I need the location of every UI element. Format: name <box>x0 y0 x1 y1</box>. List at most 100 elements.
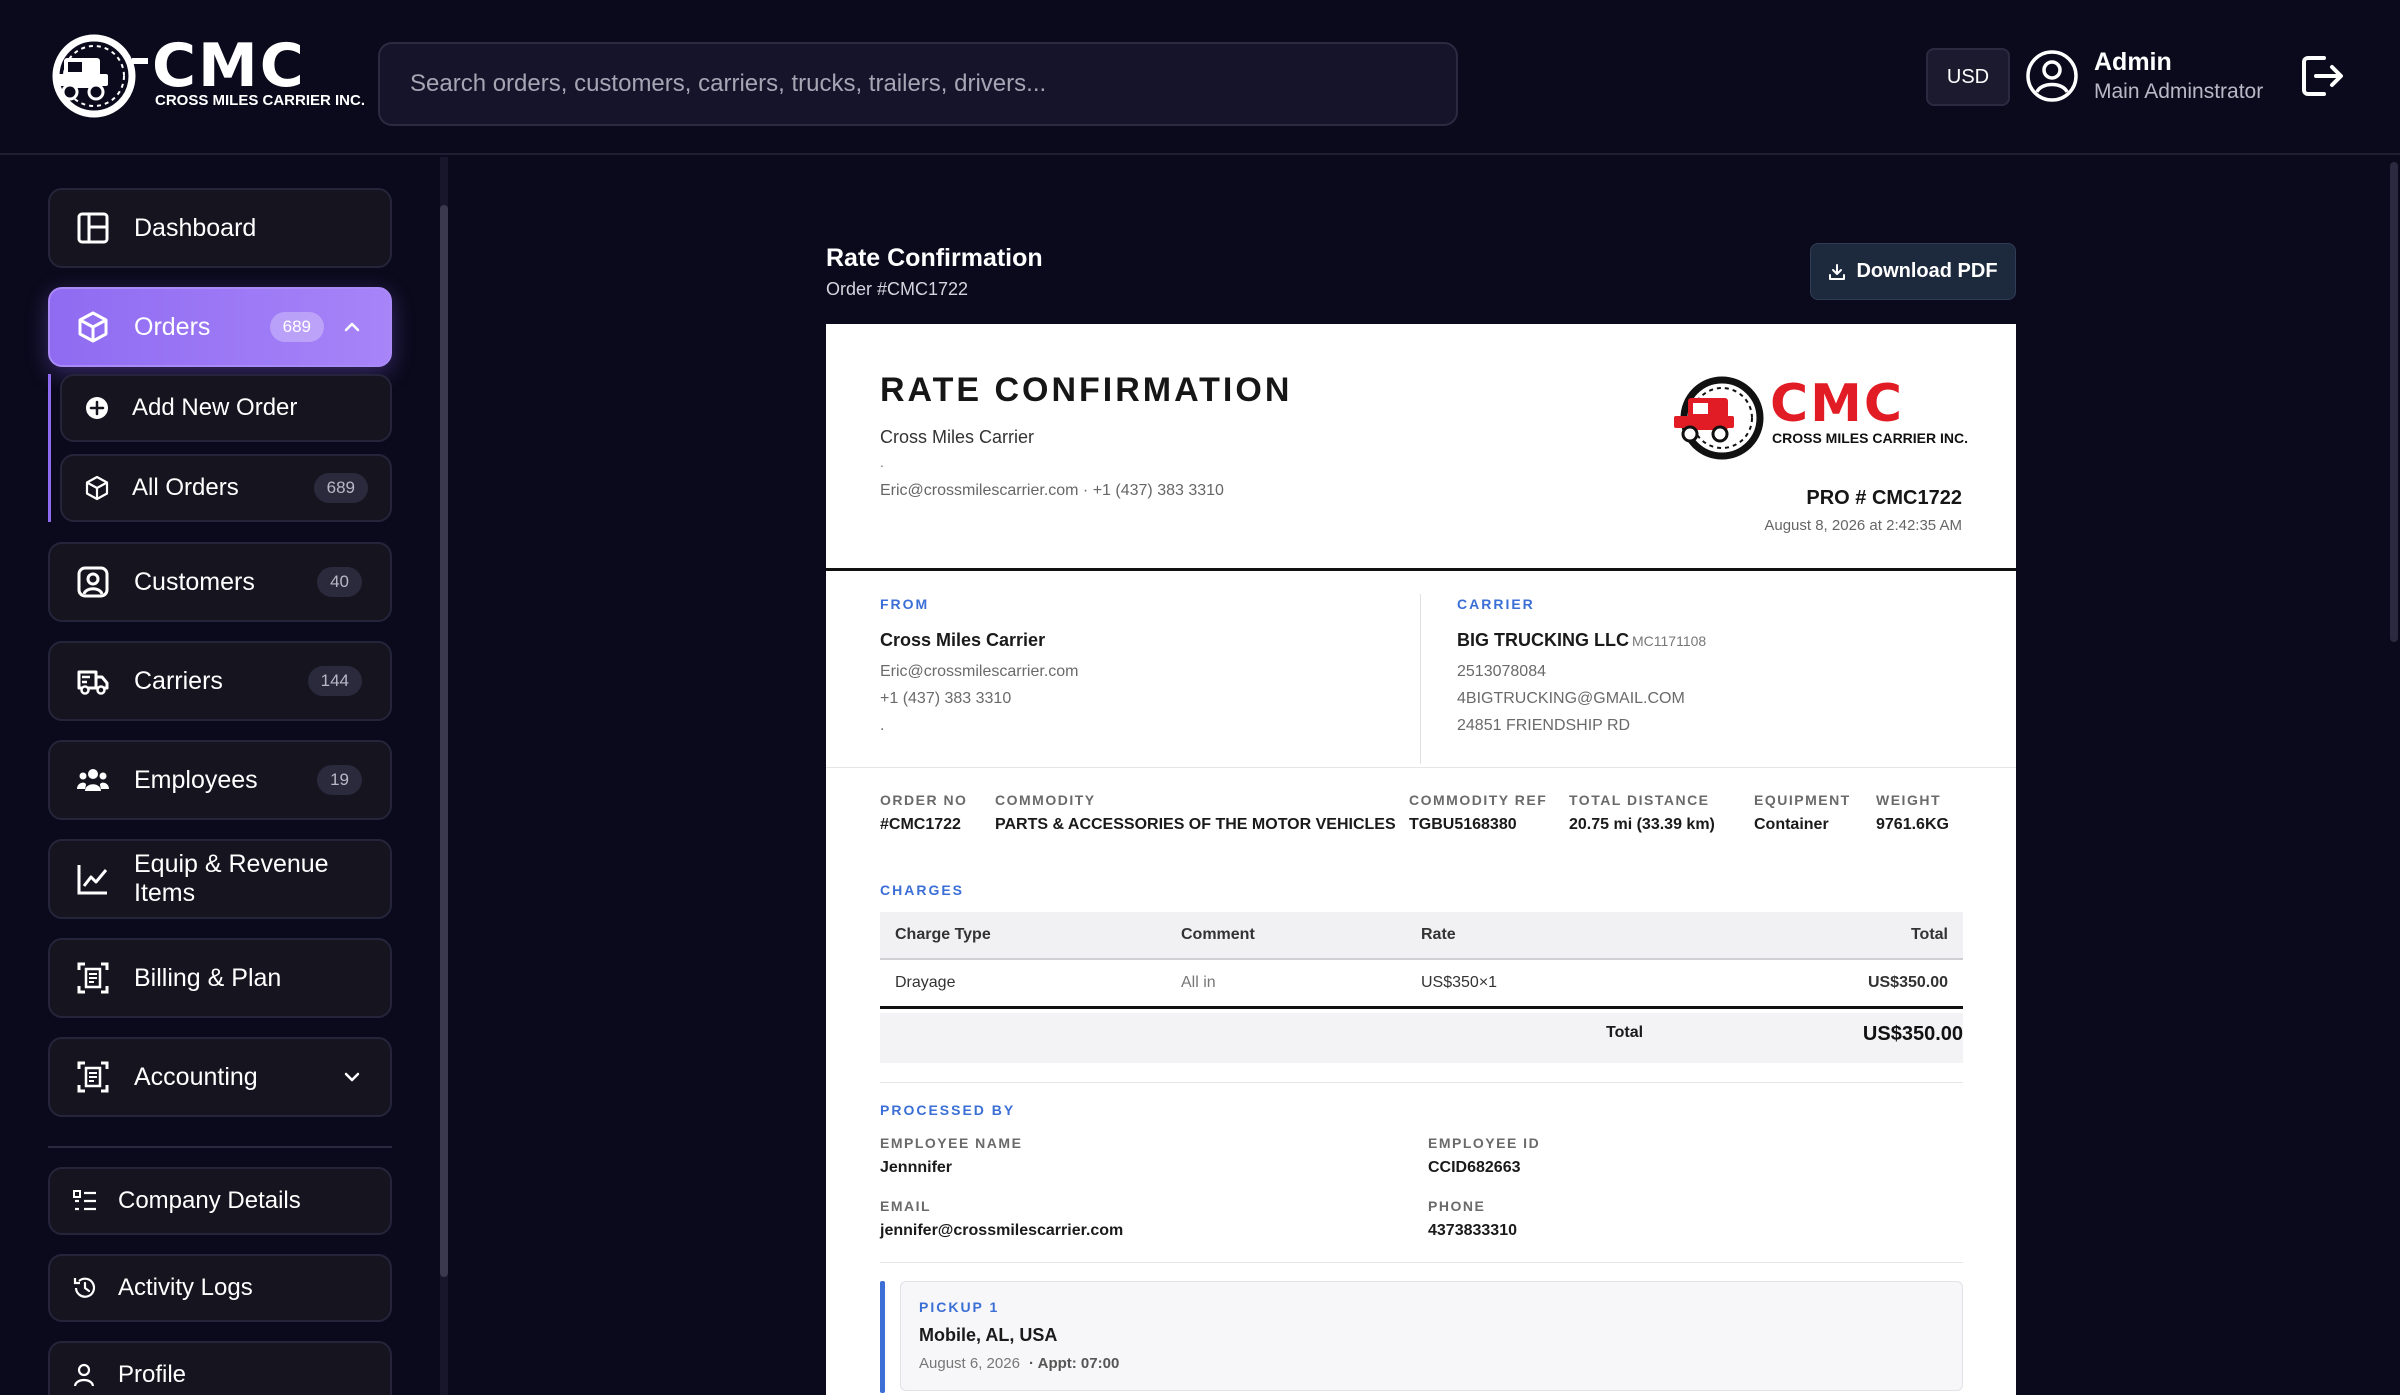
user-name: Admin <box>2094 48 2172 76</box>
customers-count-badge: 40 <box>317 567 362 597</box>
from-extra: . <box>880 717 885 734</box>
column-header: Rate <box>1406 912 1706 960</box>
sidebar-divider <box>48 1146 392 1148</box>
chevron-down-icon[interactable] <box>342 1067 362 1087</box>
sidebar-item-orders[interactable]: Orders 689 <box>48 287 392 367</box>
employee-phone-label: PHONE <box>1428 1198 1486 1214</box>
order-reference: Order #CMC1722 <box>826 279 969 299</box>
user-icon <box>73 1363 95 1387</box>
employee-email-label: EMAIL <box>880 1198 932 1214</box>
global-search-box[interactable] <box>378 42 1458 126</box>
document-company-extra: . <box>880 454 884 470</box>
dashboard-icon <box>77 212 109 244</box>
header-divider <box>826 568 2016 571</box>
carriers-count-badge: 144 <box>307 666 362 696</box>
download-pdf-button[interactable]: Download PDF <box>1810 243 2016 300</box>
sidebar-item-accounting[interactable]: Accounting <box>48 1037 392 1117</box>
employee-name: Jennnifer <box>880 1159 953 1176</box>
search-input[interactable] <box>380 44 1456 124</box>
box-icon <box>85 475 109 501</box>
table-header-row: Charge Type Comment Rate Total <box>880 912 1963 960</box>
processed-by-label: PROCESSED BY <box>880 1102 1016 1118</box>
vertical-divider <box>1420 594 1421 764</box>
carrier-label: CARRIER <box>1457 596 1535 612</box>
truck-logo-icon <box>52 34 148 118</box>
download-pdf-label: Download PDF <box>1856 260 1998 282</box>
sidebar-item-profile[interactable]: Profile <box>48 1341 392 1395</box>
sidebar-item-all-orders[interactable]: All Orders 689 <box>60 454 392 522</box>
rate-confirmation-document: RATE CONFIRMATION Cross Miles Carrier . … <box>826 324 2016 1395</box>
total-cell: US$350.00 <box>1706 959 1963 1009</box>
sidebar-item-label: Accounting <box>134 1062 258 1091</box>
sidebar-item-company-details[interactable]: Company Details <box>48 1167 392 1235</box>
sidebar-item-customers[interactable]: Customers 40 <box>48 542 392 622</box>
plus-circle-icon <box>86 397 108 419</box>
orders-count-badge: 689 <box>269 312 324 342</box>
total-row <box>880 1013 1963 1063</box>
sidebar-item-label: Customers <box>134 567 255 596</box>
accounting-icon <box>77 1061 109 1093</box>
meta-label-commodity-ref: COMMODITY REF <box>1409 792 1548 808</box>
truck-logo-icon <box>1674 376 1764 460</box>
meta-label-weight: WEIGHT <box>1876 792 1941 808</box>
truck-icon <box>77 670 109 695</box>
column-header: Comment <box>1166 912 1406 960</box>
meta-value-order-no: #CMC1722 <box>880 816 961 833</box>
meta-value-equipment: Container <box>1754 816 1829 833</box>
submenu-indicator-line <box>48 374 51 522</box>
employee-name-label: EMPLOYEE NAME <box>880 1135 1023 1151</box>
sidebar-item-billing[interactable]: Billing & Plan <box>48 938 392 1018</box>
comment-cell: All in <box>1166 959 1406 1009</box>
sidebar-item-add-new-order[interactable]: Add New Order <box>60 374 392 442</box>
from-label: FROM <box>880 596 930 612</box>
sidebar-item-label: Company Details <box>118 1187 301 1214</box>
total-value: US$350.00 <box>1862 1023 1963 1045</box>
pro-number: PRO # CMC1722 <box>1806 487 1962 509</box>
logo-brand-text: CMC <box>152 31 306 101</box>
pickup-box: PICKUP 1 Mobile, AL, USA August 6, 2026 … <box>900 1281 1963 1391</box>
currency-selector[interactable]: USD <box>1926 48 2010 106</box>
receipt-icon <box>77 962 109 994</box>
logout-icon[interactable] <box>2298 52 2346 100</box>
carrier-name: BIG TRUCKING LLC <box>1457 630 1629 650</box>
section-divider <box>826 767 2016 768</box>
pickup-location: Mobile, AL, USA <box>919 1325 1058 1345</box>
sidebar-item-label: All Orders <box>132 474 239 501</box>
meta-label-equipment: EQUIPMENT <box>1754 792 1851 808</box>
sidebar-item-carriers[interactable]: Carriers 144 <box>48 641 392 721</box>
download-icon <box>1829 263 1846 280</box>
customer-icon <box>77 566 109 598</box>
employee-email: jennifer@crossmilescarrier.com <box>880 1222 1124 1239</box>
sidebar-item-activity-logs[interactable]: Activity Logs <box>48 1254 392 1322</box>
sidebar-item-label: Employees <box>134 765 258 794</box>
logo-subtitle: CROSS MILES CARRIER INC. <box>155 92 366 109</box>
section-divider <box>880 1262 1963 1263</box>
pickup-card: PICKUP 1 Mobile, AL, USA August 6, 2026 … <box>880 1281 1963 1393</box>
document-contact: Eric@crossmilescarrier.com · +1 (437) 38… <box>880 482 1224 499</box>
charges-label: CHARGES <box>880 882 965 898</box>
company-logo[interactable]: CMC CROSS MILES CARRIER INC. <box>48 30 365 120</box>
activity-history-icon <box>73 1277 96 1298</box>
sidebar-scrollbar-thumb[interactable] <box>440 205 448 1277</box>
from-email: Eric@crossmilescarrier.com <box>880 663 1079 680</box>
main-scrollbar-thumb[interactable] <box>2390 162 2398 642</box>
document-logo-subtitle: CROSS MILES CARRIER INC. <box>1772 430 1969 446</box>
sidebar-item-equip-revenue[interactable]: Equip & Revenue Items <box>48 839 392 919</box>
sidebar-item-employees[interactable]: Employees 19 <box>48 740 392 820</box>
sidebar-item-label: Profile <box>118 1361 187 1388</box>
chevron-up-icon[interactable] <box>342 317 362 337</box>
meta-value-commodity-ref: TGBU5168380 <box>1409 816 1517 833</box>
document-logo-brand: CMC <box>1770 374 1905 434</box>
user-avatar-icon[interactable] <box>2024 48 2080 104</box>
top-header: CMC CROSS MILES CARRIER INC. USD Admin M… <box>0 0 2400 155</box>
carrier-phone: 2513078084 <box>1457 663 1546 680</box>
users-icon <box>77 769 109 791</box>
meta-value-commodity: PARTS & ACCESSORIES OF THE MOTOR VEHICLE… <box>995 816 1396 833</box>
meta-value-weight: 9761.6KG <box>1876 816 1949 833</box>
document-logo: CMC CROSS MILES CARRIER INC. <box>1668 372 1968 462</box>
column-header: Total <box>1706 912 1963 960</box>
sidebar-item-dashboard[interactable]: Dashboard <box>48 188 392 268</box>
from-name: Cross Miles Carrier <box>880 630 1046 650</box>
section-divider <box>880 1082 1963 1083</box>
charges-table: Charge Type Comment Rate Total Drayage A… <box>880 912 1963 1009</box>
